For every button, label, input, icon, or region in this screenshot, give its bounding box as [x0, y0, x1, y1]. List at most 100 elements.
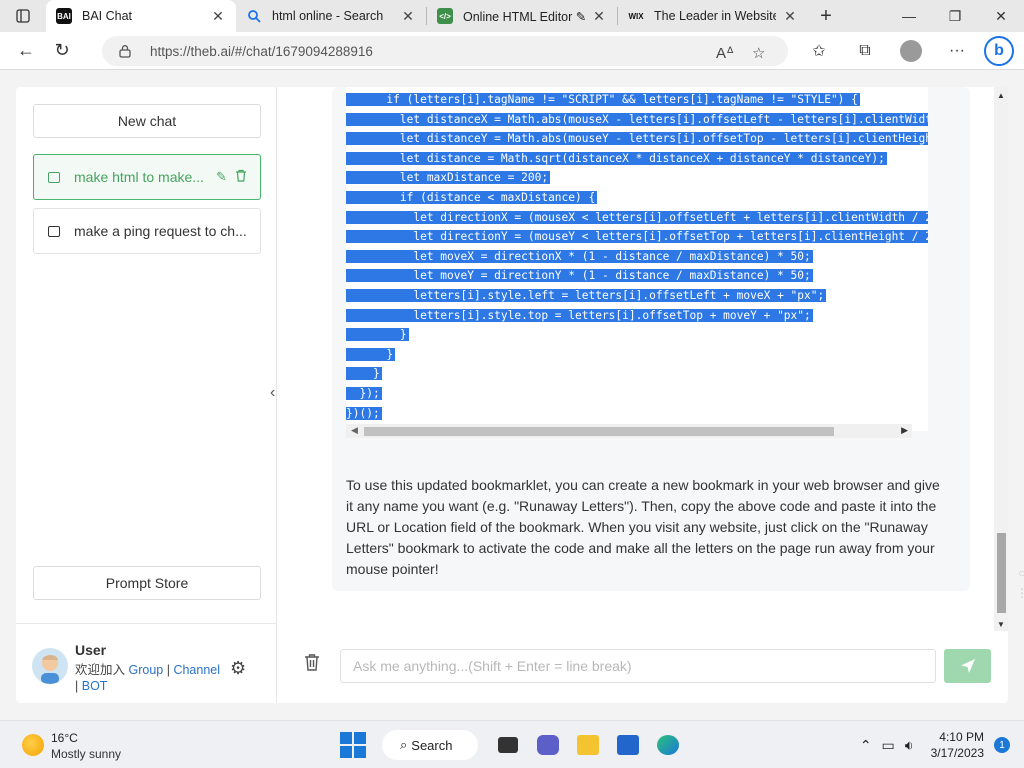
code-line: let distance = Math.sqrt(distanceX * dis…: [346, 149, 928, 169]
close-tab-icon[interactable]: ✕: [210, 8, 226, 24]
profile-avatar[interactable]: [900, 40, 922, 62]
volume-icon[interactable]: 🔉︎: [905, 737, 914, 754]
new-tab-button[interactable]: +: [808, 0, 844, 32]
taskbar-search[interactable]: ⌕ Search: [382, 730, 478, 760]
close-tab-icon[interactable]: ✕: [400, 8, 416, 24]
microsoft-store-icon[interactable]: [608, 729, 648, 761]
tab-wix[interactable]: WIX The Leader in Website C ✕: [618, 0, 808, 32]
url-text[interactable]: https://theb.ai/#/chat/1679094288916: [150, 44, 373, 59]
collapse-sidebar-chevron-icon[interactable]: ‹: [270, 384, 275, 402]
scroll-up-arrow-icon[interactable]: ▲: [997, 91, 1005, 100]
collections-icon[interactable]: ⧉: [842, 42, 888, 60]
plus-icon: +: [820, 4, 832, 27]
back-button[interactable]: ←: [8, 36, 44, 66]
edge-browser-icon[interactable]: [648, 729, 688, 761]
address-bar[interactable]: https://theb.ai/#/chat/1679094288916 Aᐞ …: [102, 36, 788, 66]
network-icon[interactable]: ▭: [882, 737, 895, 754]
scrollbar-thumb[interactable]: [364, 427, 834, 436]
chat-item-title: make a ping request to ch...: [74, 223, 247, 239]
community-links: 欢迎加入 Group | Channel | BOT: [75, 662, 225, 694]
read-aloud-icon[interactable]: Aᐞ: [716, 44, 734, 62]
code-horizontal-scrollbar[interactable]: ◀ ▶: [346, 424, 912, 438]
minimize-button[interactable]: —: [886, 0, 932, 32]
tab-html-online-search[interactable]: html online - Search ✕: [236, 0, 426, 32]
code-line-text: let maxDistance = 200;: [346, 171, 551, 185]
group-link[interactable]: Group: [129, 663, 164, 677]
bing-icon[interactable]: b: [984, 36, 1014, 66]
more-vertical-icon[interactable]: ⋮: [1016, 583, 1024, 603]
scroll-right-arrow-icon[interactable]: ▶: [901, 425, 908, 436]
clear-chat-trash-icon[interactable]: [304, 653, 320, 676]
delete-icon[interactable]: [235, 169, 247, 185]
code-line-text: let directionX = (mouseX < letters[i].of…: [346, 210, 928, 224]
code-line-text: letters[i].style.top = letters[i].offset…: [346, 308, 813, 322]
join-text: 欢迎加入: [75, 663, 126, 677]
tab-actions-button[interactable]: [0, 0, 46, 32]
restore-button[interactable]: ❐: [932, 0, 978, 32]
notification-badge[interactable]: 1: [994, 737, 1010, 753]
edit-icon[interactable]: ✎: [216, 169, 227, 185]
scroll-left-arrow-icon[interactable]: ◀: [351, 425, 358, 436]
page-viewport: New chat make html to make... ✎ make a p…: [0, 71, 1024, 717]
code-line-text: });: [346, 386, 382, 400]
clock-time: 4:10 PM: [939, 730, 984, 744]
chat-app: New chat make html to make... ✎ make a p…: [16, 87, 1024, 703]
chat-vertical-scrollbar[interactable]: ▲ ▼: [994, 87, 1008, 631]
code-line: let moveY = directionY * (1 - distance /…: [346, 266, 928, 286]
task-view-icon[interactable]: [488, 729, 528, 761]
chat-item[interactable]: make a ping request to ch...: [33, 208, 261, 254]
clock-date: 3/17/2023: [930, 746, 984, 760]
add-favorite-icon[interactable]: ☆: [752, 44, 765, 62]
chat-item-active[interactable]: make html to make... ✎: [33, 154, 261, 200]
message-input[interactable]: [340, 649, 936, 683]
user-name: User: [75, 642, 107, 658]
tab-bai-chat[interactable]: BAI BAI Chat ✕: [46, 0, 236, 32]
weather-description[interactable]: Mostly sunny: [51, 747, 121, 761]
browser-tab-strip: BAI BAI Chat ✕ html online - Search ✕ </…: [0, 0, 1024, 32]
code-line: let directionX = (mouseX < letters[i].of…: [346, 208, 928, 228]
favorites-icon[interactable]: ✩: [796, 41, 842, 61]
channel-link[interactable]: Channel: [173, 663, 220, 677]
file-explorer-icon[interactable]: [568, 729, 608, 761]
wix-favicon-icon: WIX: [628, 11, 644, 21]
more-options-icon[interactable]: ···: [934, 42, 980, 60]
scroll-down-arrow-icon[interactable]: ▼: [997, 620, 1005, 629]
settings-gear-icon[interactable]: ⚙: [230, 658, 246, 679]
windows-start-icon[interactable]: [340, 732, 366, 758]
tab-actions-icon: [16, 9, 30, 23]
taskbar-search-label: Search: [411, 737, 453, 753]
bai-favicon-icon: BAI: [56, 8, 72, 24]
teams-chat-icon[interactable]: [528, 729, 568, 761]
clock[interactable]: 4:10 PM 3/17/2023: [931, 729, 984, 761]
code-line: }: [346, 325, 928, 345]
close-window-button[interactable]: ✕: [978, 0, 1024, 32]
code-line-text: }: [346, 347, 396, 361]
code-line: let distanceY = Math.abs(mouseY - letter…: [346, 129, 928, 149]
scrollbar-thumb[interactable]: [997, 533, 1006, 613]
code-line: let distanceX = Math.abs(mouseX - letter…: [346, 110, 928, 130]
avatar[interactable]: [32, 648, 68, 684]
code-line: let directionY = (mouseY < letters[i].of…: [346, 227, 928, 247]
code-content[interactable]: if (letters[i].tagName != "SCRIPT" && le…: [346, 90, 928, 423]
code-line-text: let distance = Math.sqrt(distanceX * dis…: [346, 151, 887, 165]
chevron-up-icon[interactable]: ⌃: [860, 737, 872, 754]
code-line-text: let moveY = directionY * (1 - distance /…: [346, 269, 813, 283]
new-chat-button[interactable]: New chat: [33, 104, 261, 138]
send-button[interactable]: [944, 649, 991, 683]
code-line-text: let distanceY = Math.abs(mouseY - letter…: [346, 132, 928, 146]
prompt-store-button[interactable]: Prompt Store: [33, 566, 261, 600]
code-block[interactable]: if (letters[i].tagName != "SCRIPT" && le…: [346, 87, 928, 431]
assistant-message: if (letters[i].tagName != "SCRIPT" && le…: [332, 87, 1024, 600]
refresh-button[interactable]: ↻: [44, 36, 80, 66]
system-tray: ⌃ ▭ 🔉︎ 4:10 PM 3/17/2023 1: [855, 721, 1024, 768]
close-tab-icon[interactable]: ✕: [591, 8, 607, 24]
code-line-text: let distanceX = Math.abs(mouseX - letter…: [346, 112, 928, 126]
code-line: if (letters[i].tagName != "SCRIPT" && le…: [346, 90, 928, 110]
copy-icon[interactable]: ○: [1016, 563, 1024, 583]
weather-sun-icon[interactable]: [22, 734, 44, 756]
tab-online-html-editor[interactable]: </> Online HTML Editor ✎ | ✕: [427, 0, 617, 32]
weather-temperature[interactable]: 16°C: [51, 731, 78, 745]
code-line: });: [346, 384, 928, 404]
bot-link[interactable]: BOT: [82, 679, 108, 693]
close-tab-icon[interactable]: ✕: [782, 8, 798, 24]
